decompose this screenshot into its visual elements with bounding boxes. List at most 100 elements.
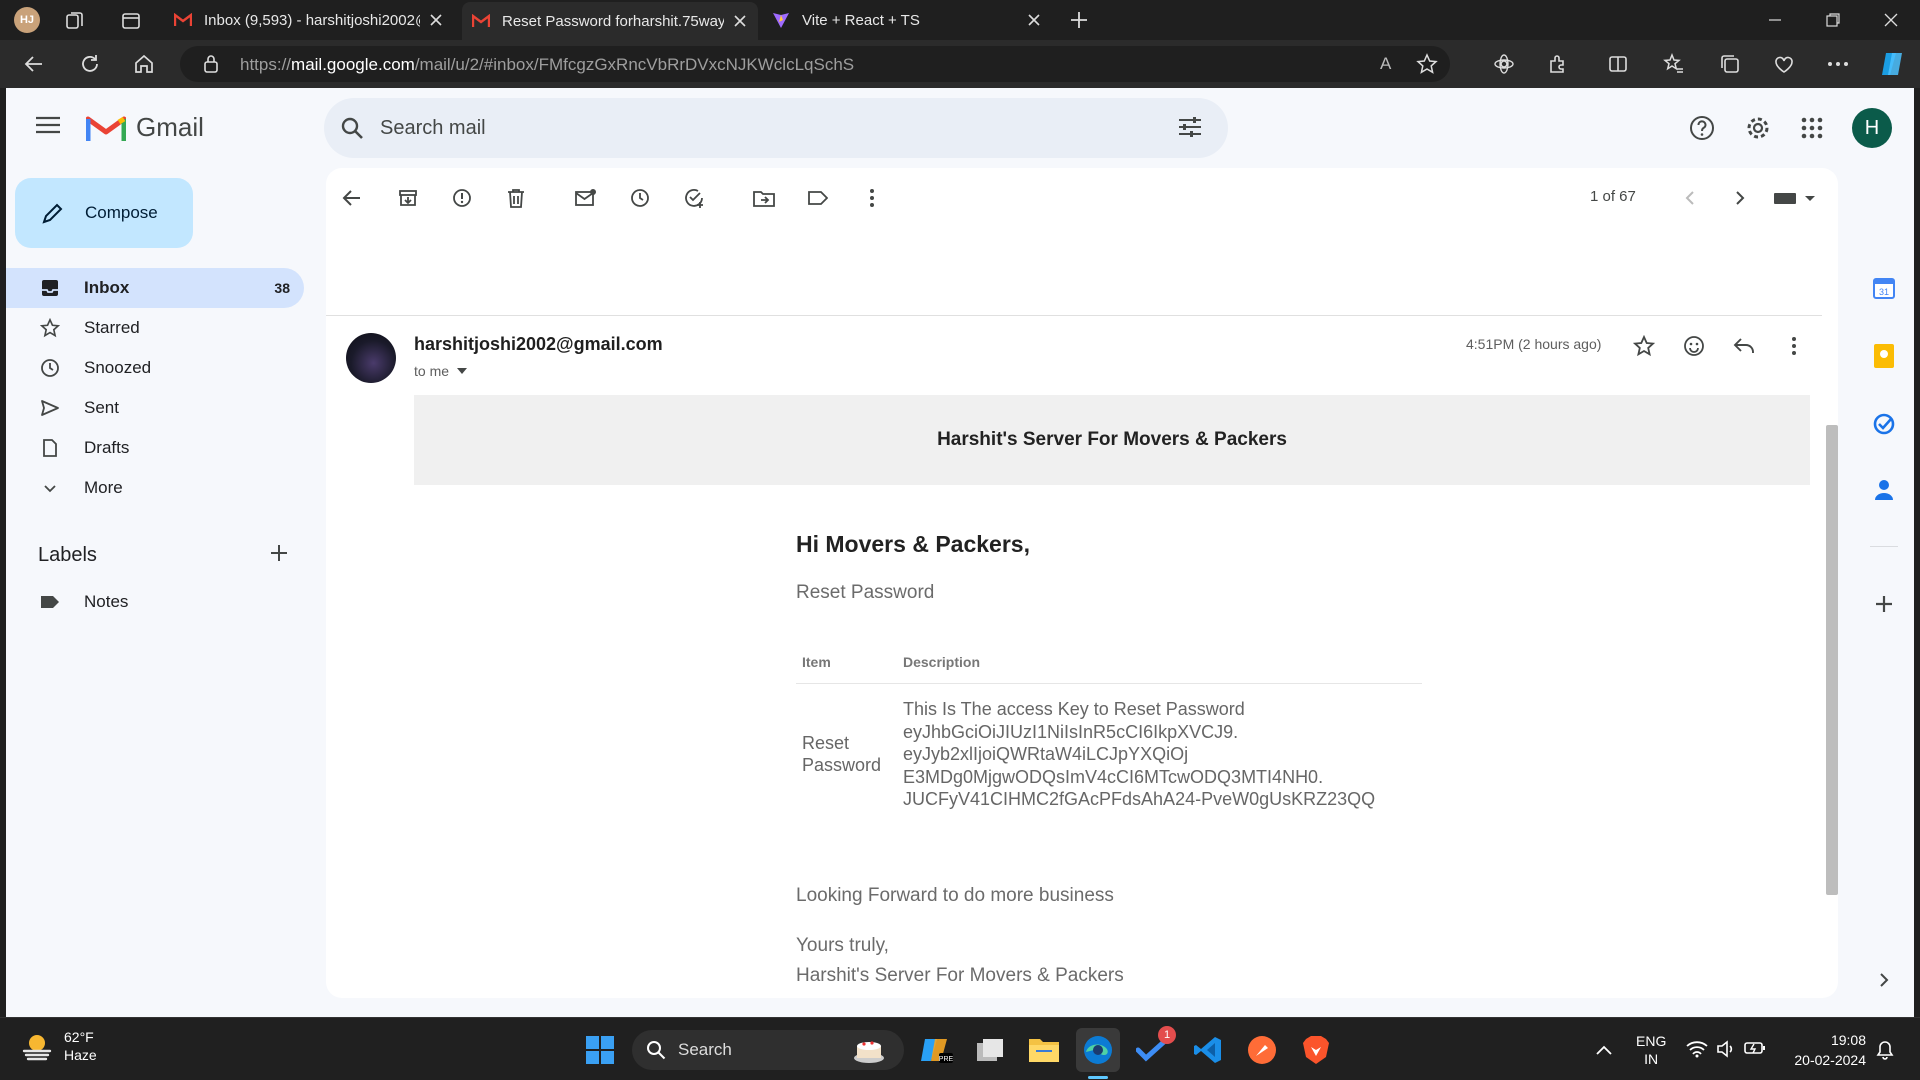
close-icon[interactable] — [1026, 12, 1042, 28]
keep-icon[interactable] — [1868, 340, 1900, 372]
snooze-clock-icon[interactable] — [620, 178, 660, 218]
close-window-button[interactable] — [1868, 0, 1914, 40]
wifi-icon[interactable] — [1686, 1040, 1708, 1058]
calendar-icon[interactable]: 31 — [1868, 272, 1900, 304]
favorite-star-icon[interactable] — [1416, 53, 1438, 75]
volume-icon[interactable] — [1716, 1040, 1736, 1058]
label-item-notes[interactable]: Notes — [6, 582, 304, 622]
table-cell-item: Reset Password — [802, 732, 881, 776]
tab-inbox[interactable]: Inbox (9,593) - harshitjoshi2002@ — [164, 0, 454, 40]
add-label-button[interactable] — [270, 544, 288, 562]
copilot-extension-icon[interactable] — [1484, 44, 1524, 84]
compose-button[interactable]: Compose — [15, 178, 193, 248]
archive-icon[interactable] — [388, 178, 428, 218]
split-screen-icon[interactable] — [1598, 44, 1638, 84]
star-message-icon[interactable] — [1624, 326, 1664, 366]
new-tab-button[interactable] — [1068, 9, 1090, 31]
more-vert-icon[interactable] — [852, 178, 892, 218]
search-bar[interactable]: Search mail — [324, 98, 1228, 158]
weather-widget[interactable]: 62°F Haze — [20, 1028, 97, 1064]
input-tools-icon[interactable] — [1764, 178, 1824, 218]
task-view-icon[interactable] — [968, 1028, 1012, 1072]
search-input[interactable]: Search mail — [380, 117, 486, 140]
tab-vite[interactable]: Vite + React + TS — [762, 0, 1052, 40]
search-icon — [646, 1040, 666, 1060]
notification-bell-icon[interactable] — [1876, 1040, 1894, 1060]
nav-item-drafts[interactable]: Drafts — [6, 428, 304, 468]
sender-email[interactable]: harshitjoshi2002@gmail.com — [414, 334, 663, 355]
settings-gear-icon[interactable] — [1738, 108, 1778, 148]
copilot-app-icon[interactable]: PRE — [914, 1028, 958, 1072]
search-options-icon[interactable] — [1178, 116, 1202, 138]
account-avatar[interactable]: H — [1852, 108, 1892, 148]
nav-item-inbox[interactable]: Inbox 38 — [6, 268, 304, 308]
vertical-tabs-icon[interactable] — [120, 10, 142, 32]
nav-item-sent[interactable]: Sent — [6, 388, 304, 428]
mark-unread-icon[interactable] — [566, 178, 606, 218]
address-bar[interactable]: https://mail.google.com/mail/u/2/#inbox/… — [180, 46, 1450, 82]
newer-chevron-icon[interactable] — [1670, 178, 1710, 218]
main-menu-icon[interactable] — [36, 116, 60, 134]
access-key-line[interactable]: eyJhbGciOiJIUzI1NiIsInR5cCI6IkpXVCJ9. — [903, 721, 1375, 744]
vscode-icon[interactable] — [1186, 1028, 1230, 1072]
scrollbar-thumb[interactable] — [1826, 425, 1838, 895]
move-to-icon[interactable] — [744, 178, 784, 218]
show-hidden-icons[interactable] — [1582, 1028, 1626, 1072]
todo-app-icon[interactable]: 1 — [1130, 1026, 1176, 1072]
get-addons-icon[interactable] — [1868, 588, 1900, 620]
label-icon[interactable] — [798, 178, 838, 218]
read-aloud-icon[interactable]: A — [1380, 54, 1391, 74]
browser-essentials-icon[interactable] — [1764, 44, 1804, 84]
taskbar-search[interactable]: Search — [632, 1030, 904, 1070]
nav-item-starred[interactable]: Starred — [6, 308, 304, 348]
favorites-icon[interactable] — [1654, 44, 1694, 84]
nav-item-more[interactable]: More — [6, 468, 304, 508]
sender-avatar[interactable] — [346, 333, 396, 383]
search-icon[interactable] — [340, 116, 364, 140]
tab-reset-password[interactable]: Reset Password forharshit.75way — [462, 2, 758, 40]
older-chevron-icon[interactable] — [1720, 178, 1760, 218]
tasks-icon[interactable] — [1868, 408, 1900, 440]
brave-icon[interactable] — [1294, 1028, 1338, 1072]
lock-icon[interactable] — [202, 54, 220, 74]
minimize-button[interactable] — [1752, 0, 1798, 40]
add-task-icon[interactable] — [674, 178, 714, 218]
battery-icon[interactable] — [1744, 1040, 1766, 1056]
report-spam-icon[interactable] — [442, 178, 482, 218]
access-key-line[interactable]: eyJyb2xlIjoiQWRtaW4iLCJpYXQiOj — [903, 743, 1375, 766]
recipient-dropdown[interactable]: to me — [414, 363, 468, 379]
edge-browser-icon[interactable] — [1076, 1028, 1120, 1072]
postman-icon[interactable] — [1240, 1028, 1284, 1072]
restore-button[interactable] — [1810, 0, 1856, 40]
contacts-icon[interactable] — [1868, 474, 1900, 506]
emoji-reaction-icon[interactable] — [1674, 326, 1714, 366]
close-icon[interactable] — [428, 12, 444, 28]
back-to-inbox-button[interactable] — [332, 178, 372, 218]
reply-icon[interactable] — [1724, 326, 1764, 366]
nav-item-snoozed[interactable]: Snoozed — [6, 348, 304, 388]
close-icon[interactable] — [732, 13, 748, 29]
home-button[interactable] — [124, 44, 164, 84]
back-button[interactable] — [14, 44, 54, 84]
message-more-icon[interactable] — [1774, 326, 1814, 366]
banner-title: Harshit's Server For Movers & Packers — [937, 429, 1287, 450]
more-options-icon[interactable] — [1818, 44, 1858, 84]
language-indicator[interactable]: ENG IN — [1636, 1032, 1666, 1068]
expand-panel-icon[interactable] — [1868, 964, 1900, 996]
delete-icon[interactable] — [496, 178, 536, 218]
refresh-button[interactable] — [70, 44, 110, 84]
file-explorer-icon[interactable] — [1022, 1028, 1066, 1072]
apps-grid-icon[interactable] — [1792, 108, 1832, 148]
system-clock[interactable]: 19:08 20-02-2024 — [1786, 1030, 1866, 1070]
copilot-icon[interactable] — [1872, 44, 1912, 84]
access-key-line[interactable]: JUCFyV41CIHMC2fGAcPFdsAhA24-PveW0gUsKRZ2… — [903, 788, 1375, 811]
workspaces-icon[interactable] — [64, 10, 86, 32]
caret-down-icon — [457, 368, 468, 374]
gmail-logo[interactable]: Gmail — [86, 112, 204, 143]
access-key-line[interactable]: E3MDg0MjgwODQsImV4cCI6MTcwODQ3MTI4NH0. — [903, 766, 1375, 789]
extensions-icon[interactable] — [1538, 44, 1578, 84]
profile-avatar[interactable]: HJ — [14, 7, 40, 33]
help-icon[interactable] — [1682, 108, 1722, 148]
start-button[interactable] — [578, 1028, 622, 1072]
collections-icon[interactable] — [1710, 44, 1750, 84]
